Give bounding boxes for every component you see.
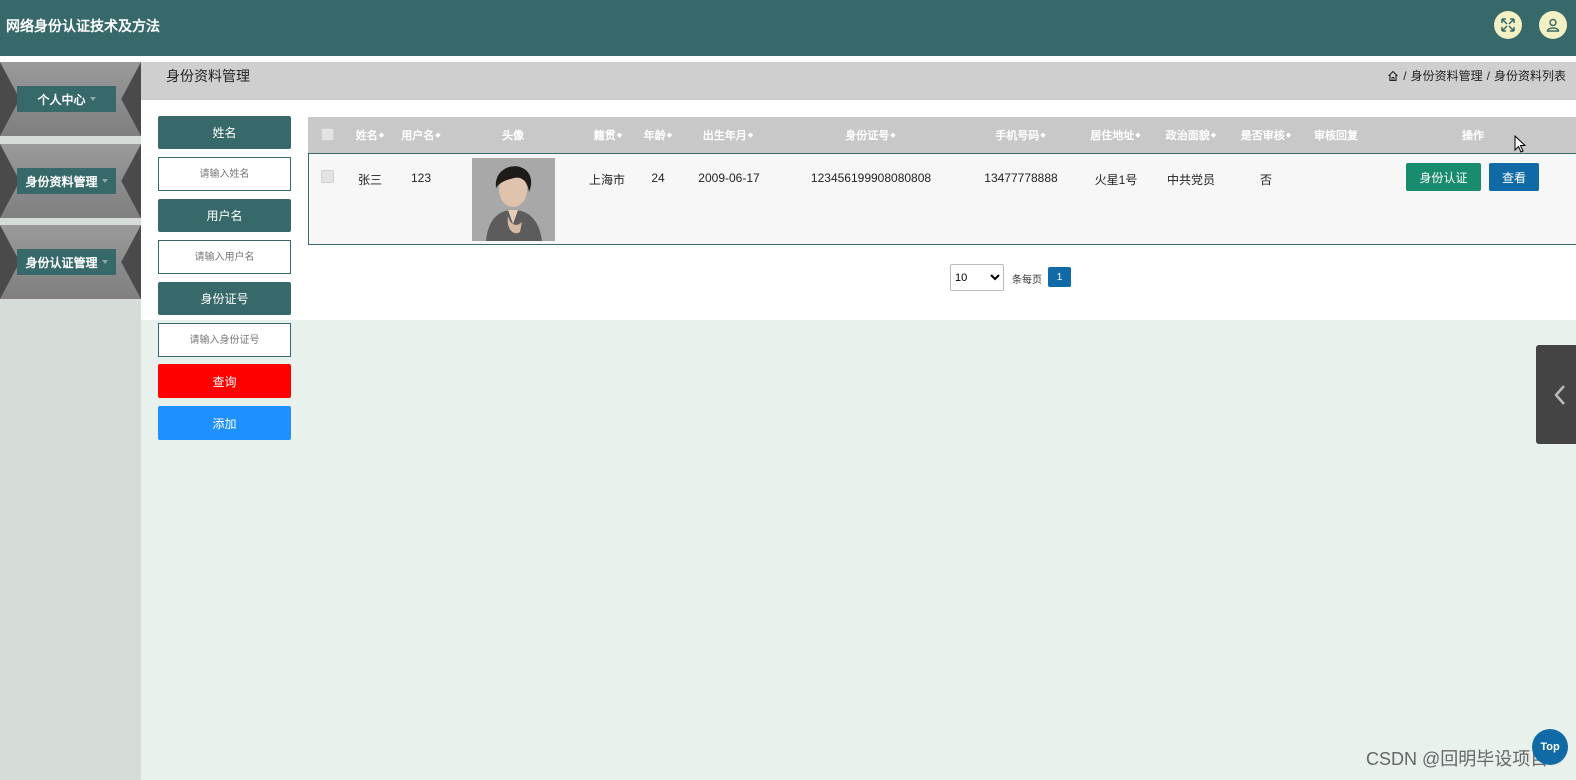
column-header-name[interactable]: 姓名 ◆ bbox=[348, 117, 392, 153]
add-button[interactable]: 添加 bbox=[158, 406, 291, 440]
chevron-down-icon bbox=[101, 179, 108, 183]
sort-icon: ◆ bbox=[666, 131, 673, 139]
cell-age: 24 bbox=[651, 171, 665, 185]
sort-icon: ◆ bbox=[1135, 131, 1141, 139]
breadcrumb-separator: / bbox=[1486, 68, 1490, 83]
page-title: 身份资料管理 bbox=[166, 68, 250, 84]
column-header-phone[interactable]: 手机号码 ◆ bbox=[978, 117, 1063, 153]
username-input[interactable] bbox=[158, 240, 291, 274]
sidebar-item-identity-auth[interactable]: 身份认证管理 bbox=[0, 225, 141, 299]
select-all-checkbox[interactable] bbox=[321, 128, 334, 141]
table-header: 姓名 ◆ 用户名 ◆ 头像 籍贯 ◆ 年龄 ◆ 出生年月 ◆ 身份证号 ◆ 手机号码 ◆ 居住… bbox=[308, 117, 1576, 153]
column-header-avatar: 头像 bbox=[502, 130, 524, 142]
home-icon[interactable] bbox=[1387, 70, 1399, 82]
watermark-text: CSDN @回明毕设项目 bbox=[1366, 749, 1549, 769]
column-header-political[interactable]: 政治面貌 ◆ bbox=[1158, 117, 1224, 153]
breadcrumb-item-data-management[interactable]: 身份资料管理 bbox=[1411, 67, 1483, 84]
chevron-left-icon bbox=[1554, 385, 1565, 405]
idnum-label: 身份证号 bbox=[158, 282, 291, 315]
breadcrumb-item-data-list: 身份资料列表 bbox=[1493, 69, 1566, 83]
column-header-birth[interactable]: 出生年月 ◆ bbox=[688, 117, 768, 153]
per-page-label: 条每页 bbox=[1012, 275, 1042, 286]
cell-reviewed: 否 bbox=[1259, 173, 1273, 187]
column-header-idnum[interactable]: 身份证号 ◆ bbox=[818, 117, 923, 153]
breadcrumb: / 身份资料管理 / 身份资料列表 bbox=[1387, 67, 1566, 84]
sidebar: 个人中心 身份资料管理 身份认证管理 bbox=[0, 62, 141, 780]
page-size-select[interactable]: 10 bbox=[950, 264, 1004, 291]
sort-icon: ◆ bbox=[890, 131, 896, 139]
sort-icon: ◆ bbox=[1040, 131, 1046, 139]
column-header-address[interactable]: 居住地址 ◆ bbox=[1083, 117, 1148, 153]
side-panel-toggle[interactable] bbox=[1536, 345, 1576, 444]
user-icon bbox=[1546, 18, 1560, 32]
query-button[interactable]: 查询 bbox=[158, 364, 291, 398]
cell-phone: 13477778888 bbox=[984, 171, 1058, 185]
avatar bbox=[472, 158, 555, 241]
user-button[interactable] bbox=[1539, 11, 1567, 39]
column-header-hometown[interactable]: 籍贯 ◆ bbox=[578, 117, 638, 153]
sidebar-item-label: 身份认证管理 bbox=[17, 249, 116, 275]
cell-birth: 2009-06-17 bbox=[698, 171, 760, 185]
fullscreen-button[interactable] bbox=[1494, 11, 1522, 39]
page-button-1[interactable]: 1 bbox=[1048, 267, 1071, 287]
sort-icon: ◆ bbox=[1285, 131, 1292, 139]
sidebar-item-label: 身份资料管理 bbox=[17, 168, 116, 194]
username-label: 用户名 bbox=[158, 199, 291, 232]
sidebar-item-identity-data[interactable]: 身份资料管理 bbox=[0, 144, 141, 218]
idnum-input[interactable] bbox=[158, 323, 291, 357]
cell-political: 中共党员 bbox=[1166, 173, 1216, 187]
cell-hometown: 上海市 bbox=[588, 173, 626, 187]
sort-icon: ◆ bbox=[616, 131, 623, 139]
sort-icon: ◆ bbox=[435, 131, 441, 139]
chevron-down-icon bbox=[101, 260, 108, 264]
sort-icon: ◆ bbox=[378, 131, 385, 139]
view-button[interactable]: 查看 bbox=[1489, 163, 1539, 191]
sort-icon: ◆ bbox=[1210, 131, 1217, 139]
column-header-actions: 操作 bbox=[1462, 130, 1484, 142]
chevron-down-icon bbox=[89, 97, 96, 101]
verify-identity-button[interactable]: 身份认证 bbox=[1406, 163, 1481, 191]
name-label: 姓名 bbox=[158, 116, 291, 149]
column-header-username[interactable]: 用户名 ◆ bbox=[396, 117, 446, 153]
avatar-image bbox=[472, 158, 555, 241]
cell-username: 123 bbox=[410, 171, 432, 185]
column-header-age[interactable]: 年龄 ◆ bbox=[633, 117, 683, 153]
top-header: 网络身份认证技术及方法 bbox=[0, 0, 1576, 56]
cell-address: 火星1号 bbox=[1094, 173, 1138, 187]
sidebar-item-personal-center[interactable]: 个人中心 bbox=[0, 62, 141, 136]
cell-name: 张三 bbox=[357, 173, 383, 187]
breadcrumb-bar bbox=[141, 62, 1576, 100]
breadcrumb-separator: / bbox=[1403, 68, 1407, 83]
app-title: 网络身份认证技术及方法 bbox=[6, 18, 160, 34]
fullscreen-icon bbox=[1501, 18, 1515, 32]
column-header-reviewed[interactable]: 是否审核 ◆ bbox=[1233, 117, 1299, 153]
row-checkbox[interactable] bbox=[321, 170, 334, 183]
cell-idnum: 123456199908080808 bbox=[810, 171, 932, 185]
sidebar-item-label: 个人中心 bbox=[17, 86, 116, 112]
name-input[interactable] bbox=[158, 157, 291, 191]
back-to-top-button[interactable]: Top bbox=[1532, 729, 1568, 765]
column-header-reply: 审核回复 bbox=[1314, 130, 1358, 142]
sort-icon: ◆ bbox=[747, 131, 754, 139]
mouse-cursor-icon bbox=[1514, 135, 1526, 153]
